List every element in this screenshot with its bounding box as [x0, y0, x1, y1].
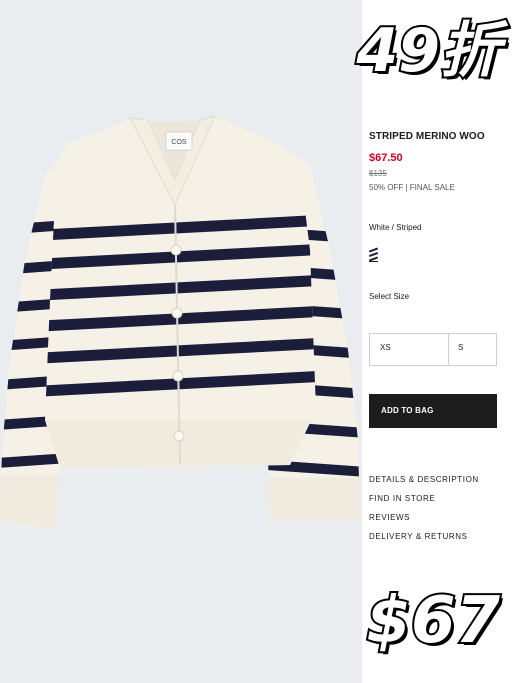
- striped-swatch-icon[interactable]: [369, 247, 378, 262]
- cardigan-image: COS: [0, 0, 362, 683]
- add-to-bag-button[interactable]: ADD TO BAG: [369, 394, 497, 428]
- price-overlay: $67: [364, 582, 502, 660]
- size-option-s[interactable]: S: [449, 333, 497, 366]
- sale-price: $67.50: [369, 152, 403, 164]
- sale-note: 50% OFF | FINAL SALE: [369, 183, 455, 192]
- discount-overlay: 49折: [355, 14, 502, 88]
- original-price: $135: [369, 169, 387, 178]
- select-size-label: Select Size: [369, 292, 410, 301]
- product-title: STRIPED MERINO WOO: [369, 131, 485, 142]
- delivery-returns-link[interactable]: DELIVERY & RETURNS: [369, 531, 479, 550]
- find-in-store-link[interactable]: FIND IN STORE: [369, 493, 479, 512]
- color-label: White / Striped: [369, 223, 422, 232]
- reviews-link[interactable]: REVIEWS: [369, 512, 479, 531]
- product-info-links: DETAILS & DESCRIPTION FIND IN STORE REVI…: [369, 474, 479, 550]
- product-image-panel: COS: [0, 0, 362, 683]
- size-option-xs[interactable]: XS: [369, 333, 449, 366]
- details-description-link[interactable]: DETAILS & DESCRIPTION: [369, 474, 479, 493]
- brand-label-text: COS: [171, 139, 187, 146]
